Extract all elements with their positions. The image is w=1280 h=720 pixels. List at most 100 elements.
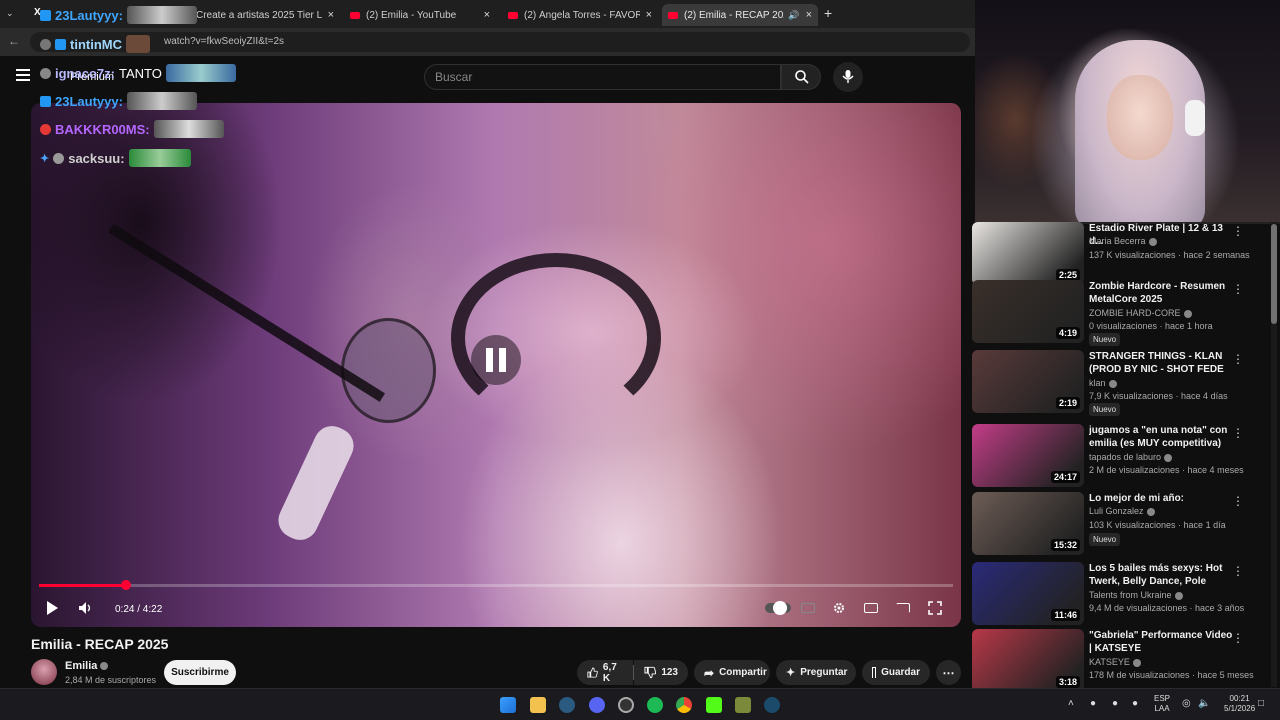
recommendation-item[interactable]: 2:19 STRANGER THINGS - KLAN (PROD BY NIC … (972, 350, 1262, 416)
dislike-button[interactable]: 123 (634, 660, 688, 685)
notifications-icon[interactable]: □ (1258, 698, 1264, 709)
steam-app-icon[interactable] (764, 697, 780, 713)
chat-badge-icon (40, 67, 51, 79)
tab-emilia-youtube[interactable]: (2) Emilia - YouTube × (344, 4, 496, 26)
cast-button[interactable] (892, 597, 914, 619)
recommendation-item[interactable]: 3:18 "Gabriela" Performance Video | KATSE… (972, 629, 1262, 695)
video-player[interactable]: 0:24 / 4:22 (31, 103, 961, 627)
tray-mic-icon[interactable]: ● (1132, 698, 1138, 709)
miniplayer-button[interactable] (860, 597, 882, 619)
pause-overlay-button[interactable] (471, 335, 521, 385)
windows-start-icon[interactable] (500, 697, 516, 713)
kick-icon[interactable] (706, 697, 722, 713)
sidebar-scrollbar[interactable] (1271, 222, 1277, 687)
recommendation-channel[interactable]: ZOMBIE HARD-CORE (1089, 308, 1192, 318)
progress-bar[interactable] (39, 580, 953, 590)
speaker-icon[interactable]: 🔊 (788, 10, 799, 21)
clock[interactable]: 00:21 5/1/2026 (1224, 694, 1255, 714)
recommendation-item[interactable]: 2:25 Estadio River Plate | 12 & 13 d... Ma… (972, 222, 1262, 288)
recommendation-channel[interactable]: klan (1089, 378, 1117, 388)
progress-fill (39, 584, 126, 587)
voice-search-button[interactable] (833, 62, 863, 92)
video-frame-microphone (272, 420, 360, 546)
recommendation-channel[interactable]: Maria Becerra (1089, 236, 1157, 246)
more-vertical-icon[interactable]: ⋮ (1232, 494, 1244, 508)
tab-angela-torres[interactable]: (2) Ángela Torres - FAVORITA (C × (502, 4, 658, 26)
recommendation-title[interactable]: jugamos a "en una nota" con emilia (es M… (1089, 424, 1233, 450)
video-thumbnail[interactable]: 2:19 (972, 350, 1084, 413)
search-input[interactable]: Buscar (424, 64, 781, 90)
back-arrow-icon[interactable]: ← (8, 34, 20, 48)
recommendation-title[interactable]: "Gabriela" Performance Video | KATSEYE (1089, 629, 1233, 655)
recommendation-title[interactable]: Zombie Hardcore - Resumen MetalCore 2025 (1089, 280, 1233, 306)
video-thumbnail[interactable]: 11:46 (972, 562, 1084, 625)
language-indicator[interactable]: ESP LAA (1154, 694, 1170, 714)
tray-chevron-icon[interactable]: ˄ (1068, 698, 1074, 709)
fullscreen-button[interactable] (924, 597, 946, 619)
more-vertical-icon[interactable]: ⋮ (1232, 224, 1244, 238)
recommendation-channel[interactable]: tapados de laburo (1089, 452, 1173, 462)
more-actions-button[interactable]: ⋯ (936, 660, 961, 685)
video-thumbnail[interactable]: 4:19 (972, 280, 1084, 343)
chrome-icon[interactable] (676, 697, 692, 713)
recommendation-channel[interactable]: Talents from Ukraine (1089, 590, 1183, 600)
share-icon: ➦ (704, 665, 715, 680)
game-icon[interactable] (735, 697, 751, 713)
fullscreen-icon (928, 601, 942, 615)
steam-icon[interactable] (559, 697, 575, 713)
recommendation-item[interactable]: 24:17 jugamos a "en una nota" con emilia … (972, 424, 1262, 490)
video-thumbnail[interactable]: 15:32 (972, 492, 1084, 555)
close-icon[interactable]: × (484, 9, 490, 21)
like-button[interactable]: 6,7 K (577, 660, 633, 685)
scrollbar-thumb[interactable] (1271, 224, 1277, 324)
video-thumbnail[interactable]: 2:25 (972, 222, 1084, 285)
share-button[interactable]: ➦ Compartir (694, 660, 770, 685)
tab-emilia-recap[interactable]: (2) Emilia - RECAP 2025 - Yo 🔊 × (662, 4, 818, 26)
file-explorer-icon[interactable] (530, 697, 546, 713)
subtitles-button[interactable] (797, 597, 819, 619)
recommendation-title[interactable]: STRANGER THINGS - KLAN (PROD BY NIC - SH… (1089, 350, 1233, 376)
recommendation-title[interactable]: Lo mejor de mi año: (1089, 492, 1233, 505)
volume-button[interactable] (75, 597, 97, 619)
settings-button[interactable] (828, 597, 850, 619)
close-icon[interactable]: × (646, 9, 652, 21)
hamburger-menu-icon[interactable] (16, 69, 30, 81)
recommendation-item[interactable]: 15:32 Lo mejor de mi año: Luli Gonzalez 103… (972, 492, 1262, 558)
avatar[interactable] (31, 659, 57, 685)
more-vertical-icon[interactable]: ⋮ (1232, 426, 1244, 440)
spotify-icon[interactable] (647, 697, 663, 713)
tray-network-icon[interactable]: ● (1112, 698, 1118, 709)
speaker-tray-icon[interactable]: 🔈 (1198, 698, 1210, 709)
obs-icon[interactable] (618, 697, 634, 713)
ask-button[interactable]: ✦ Preguntar (776, 660, 856, 685)
recommendation-channel[interactable]: KATSEYE (1089, 657, 1141, 667)
recommendation-meta: 103 K visualizaciones · hace 1 día (1089, 520, 1226, 530)
autoplay-toggle[interactable] (763, 597, 793, 619)
save-button[interactable]: Guardar (862, 660, 930, 685)
recommendation-channel[interactable]: Luli Gonzalez (1089, 506, 1155, 516)
more-vertical-icon[interactable]: ⋮ (1232, 352, 1244, 366)
url-field[interactable]: watch?v=fkwSeoiyZII&t=2s (30, 32, 970, 52)
search-button[interactable] (781, 64, 821, 90)
progress-scrubber[interactable] (120, 580, 131, 590)
more-vertical-icon[interactable]: ⋮ (1232, 564, 1244, 578)
new-tab-button[interactable]: + (824, 5, 832, 21)
video-thumbnail[interactable]: 3:18 (972, 629, 1084, 692)
recommendation-meta: 7,9 K visualizaciones · hace 4 días (1089, 391, 1228, 401)
channel-name[interactable]: Emilia (65, 660, 109, 672)
recommendation-item[interactable]: 11:46 Los 5 bailes más sexys: Hot Twerk, … (972, 562, 1262, 628)
more-vertical-icon[interactable]: ⋮ (1232, 282, 1244, 296)
recommendation-title[interactable]: Los 5 bailes más sexys: Hot Twerk, Belly… (1089, 562, 1233, 588)
tab-list-chevron-icon[interactable]: ⌄ (6, 8, 20, 20)
more-vertical-icon[interactable]: ⋮ (1232, 631, 1244, 645)
discord-icon[interactable] (589, 697, 605, 713)
close-icon[interactable]: × (328, 9, 334, 21)
tray-apps-icon[interactable]: ● (1090, 698, 1096, 709)
video-thumbnail[interactable]: 24:17 (972, 424, 1084, 487)
play-button[interactable] (41, 597, 63, 619)
wifi-icon[interactable]: ◎ (1182, 698, 1191, 709)
recommendation-item[interactable]: 4:19 Zombie Hardcore - Resumen MetalCore … (972, 280, 1262, 346)
subscribe-button[interactable]: Suscribirme (164, 660, 236, 685)
close-icon[interactable]: × (806, 9, 812, 21)
tab-tier-list[interactable]: Create a artistas 2025 Tier List × (190, 4, 340, 26)
